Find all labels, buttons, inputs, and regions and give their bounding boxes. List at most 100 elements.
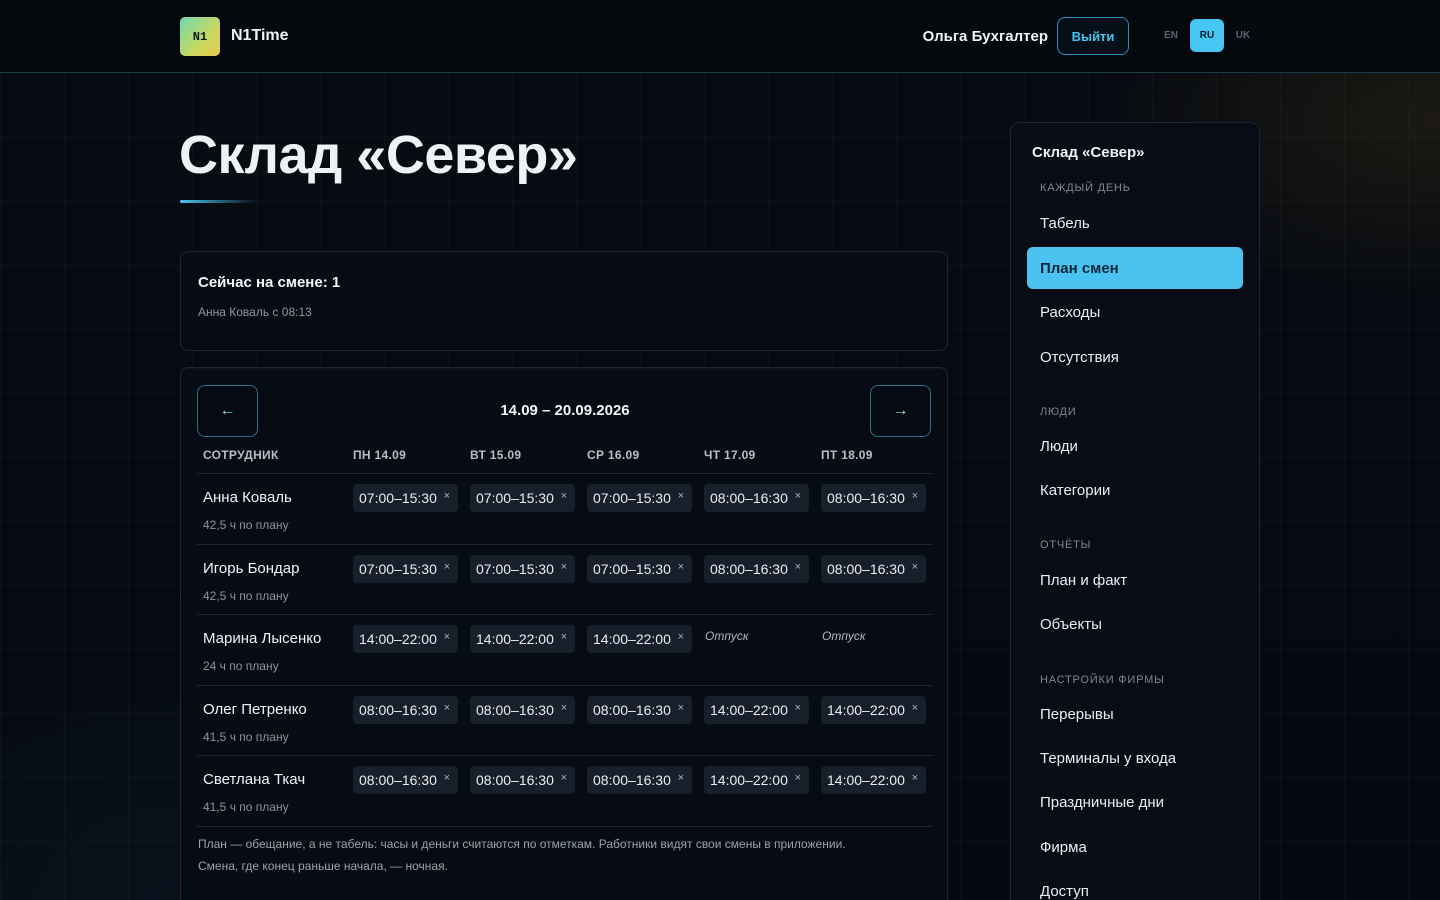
shift-time: 14:00–22:00 [827,772,905,788]
shift-chip[interactable]: 08:00–16:30 × [587,695,692,724]
plan-note: План — обещание, а не табель: часы и ден… [198,837,846,851]
shift-chip[interactable]: 08:00–16:30 × [821,484,926,512]
employee-name[interactable]: Светлана Ткач [203,771,305,788]
sidebar-item[interactable]: Перерывы [1027,693,1243,735]
remove-shift-icon[interactable]: × [678,490,684,502]
shift-time: 07:00–15:30 [359,490,437,506]
shift-chip[interactable]: 08:00–16:30 × [821,554,926,583]
shift-chip[interactable]: 14:00–22:00 × [704,766,809,794]
remove-shift-icon[interactable]: × [561,702,567,714]
remove-shift-icon[interactable]: × [561,772,567,784]
employee-name[interactable]: Марина Лысенко [203,630,321,647]
shift-chip[interactable]: 07:00–15:30 × [587,554,692,583]
sidebar-item[interactable]: Терминалы у входа [1027,737,1243,779]
shift-time: 14:00–22:00 [476,631,554,647]
shift-time: 07:00–15:30 [476,560,554,577]
sidebar-item[interactable]: Люди [1027,425,1243,467]
shift-time: 07:00–15:30 [593,560,671,577]
shift-time: 14:00–22:00 [827,701,905,718]
remove-shift-icon[interactable]: × [912,561,918,573]
table-row: Светлана Ткач 41,5 ч по плану 08:00–16:30 ×… [197,755,932,826]
sidebar-item[interactable]: Праздничные дни [1027,781,1243,823]
shift-time: 08:00–16:30 [710,560,788,577]
remove-shift-icon[interactable]: × [678,702,684,714]
lang-uk-button[interactable]: UK [1230,19,1256,52]
sidebar-item[interactable]: План смен [1027,247,1243,289]
remove-shift-icon[interactable]: × [912,772,918,784]
shift-chip[interactable]: 07:00–15:30 × [353,484,458,512]
shift-plan-card: ← 14.09 – 20.09.2026 → СОТРУДНИК ПН 14.0… [180,367,948,900]
employee-name[interactable]: Анна Коваль [203,489,292,506]
shift-chip[interactable]: 08:00–16:30 × [353,766,458,794]
shift-chip[interactable]: 08:00–16:30 × [704,554,809,583]
employee-name[interactable]: Игорь Бондар [203,560,300,577]
remove-shift-icon[interactable]: × [444,490,450,502]
shift-chip[interactable]: 14:00–22:00 × [470,625,575,653]
shift-chip[interactable]: 07:00–15:30 × [353,554,458,583]
now-on-shift-title: Сейчас на смене: 1 [198,274,341,291]
table-row: Анна Коваль 42,5 ч по плану 07:00–15:30 × 07… [197,473,932,544]
remove-shift-icon[interactable]: × [444,772,450,784]
remove-shift-icon[interactable]: × [912,702,918,714]
next-week-button[interactable]: → [870,385,931,437]
remove-shift-icon[interactable]: × [444,561,450,573]
shift-chip[interactable]: 14:00–22:00 × [821,695,926,724]
shift-time: 07:00–15:30 [359,560,437,577]
shift-chip[interactable]: 08:00–16:30 × [470,766,575,794]
table-row: Игорь Бондар 42,5 ч по плану 07:00–15:30 × 0… [197,543,932,615]
sidebar-section-label: ЛЮДИ [1040,406,1077,418]
logout-button[interactable]: Выйти [1057,17,1129,55]
shift-time: 08:00–16:30 [710,490,788,506]
shift-chip[interactable]: 14:00–22:00 × [821,766,926,794]
week-range-label: 14.09 – 20.09.2026 [500,402,630,419]
remove-shift-icon[interactable]: × [444,631,450,643]
remove-shift-icon[interactable]: × [795,490,801,502]
shift-chip[interactable]: 14:00–22:00 × [587,625,692,653]
brand-name[interactable]: N1Time [231,27,289,45]
shift-time: 14:00–22:00 [710,772,788,788]
shift-chip[interactable]: 07:00–15:30 × [470,484,575,512]
now-on-shift-card: Сейчас на смене: 1 Анна Коваль с 08:13 [180,251,948,351]
remove-shift-icon[interactable]: × [678,772,684,784]
shift-chip[interactable]: 08:00–16:30 × [704,484,809,512]
remove-shift-icon[interactable]: × [561,561,567,573]
current-user-name: Ольга Бухгалтер [922,28,1048,45]
shift-chip[interactable]: 14:00–22:00 × [704,695,809,724]
shift-chip[interactable]: 14:00–22:00 × [353,625,458,653]
sidebar-item[interactable]: Доступ [1027,870,1243,900]
shift-chip[interactable]: 08:00–16:30 × [470,695,575,724]
employee-name[interactable]: Олег Петренко [203,701,307,718]
column-header-day: ПН 14.09 [353,448,407,462]
remove-shift-icon[interactable]: × [795,702,801,714]
remove-shift-icon[interactable]: × [561,490,567,502]
remove-shift-icon[interactable]: × [444,702,450,714]
sidebar-item[interactable]: Расходы [1027,291,1243,333]
sidebar-title: Склад «Север» [1032,144,1145,161]
remove-shift-icon[interactable]: × [912,490,918,502]
sidebar-item[interactable]: Категории [1027,469,1243,511]
remove-shift-icon[interactable]: × [795,772,801,784]
lang-en-button[interactable]: EN [1158,19,1184,52]
logo-icon[interactable]: N1 [180,17,220,56]
shift-chip[interactable]: 08:00–16:30 × [353,695,458,724]
shift-chip[interactable]: 07:00–15:30 × [470,554,575,583]
remove-shift-icon[interactable]: × [561,631,567,643]
shift-chip[interactable]: 07:00–15:30 × [587,484,692,512]
sidebar-item[interactable]: Отсутствия [1027,336,1243,378]
sidebar-item[interactable]: Табель [1027,202,1243,244]
shift-time: 08:00–16:30 [827,490,905,506]
shift-time: 14:00–22:00 [710,701,788,718]
shift-chip[interactable]: 08:00–16:30 × [587,766,692,794]
shift-time: 08:00–16:30 [359,701,437,718]
remove-shift-icon[interactable]: × [678,561,684,573]
remove-shift-icon[interactable]: × [795,561,801,573]
vacation-label: Отпуск [822,629,866,643]
sidebar-section-label: ОТЧЁТЫ [1040,539,1092,551]
remove-shift-icon[interactable]: × [678,631,684,643]
sidebar-item[interactable]: План и факт [1027,559,1243,601]
employee-planned-hours: 24 ч по плану [203,659,279,673]
sidebar-item[interactable]: Объекты [1027,603,1243,645]
sidebar-item[interactable]: Фирма [1027,826,1243,868]
lang-ru-button[interactable]: RU [1190,19,1224,52]
shift-time: 07:00–15:30 [476,490,554,506]
